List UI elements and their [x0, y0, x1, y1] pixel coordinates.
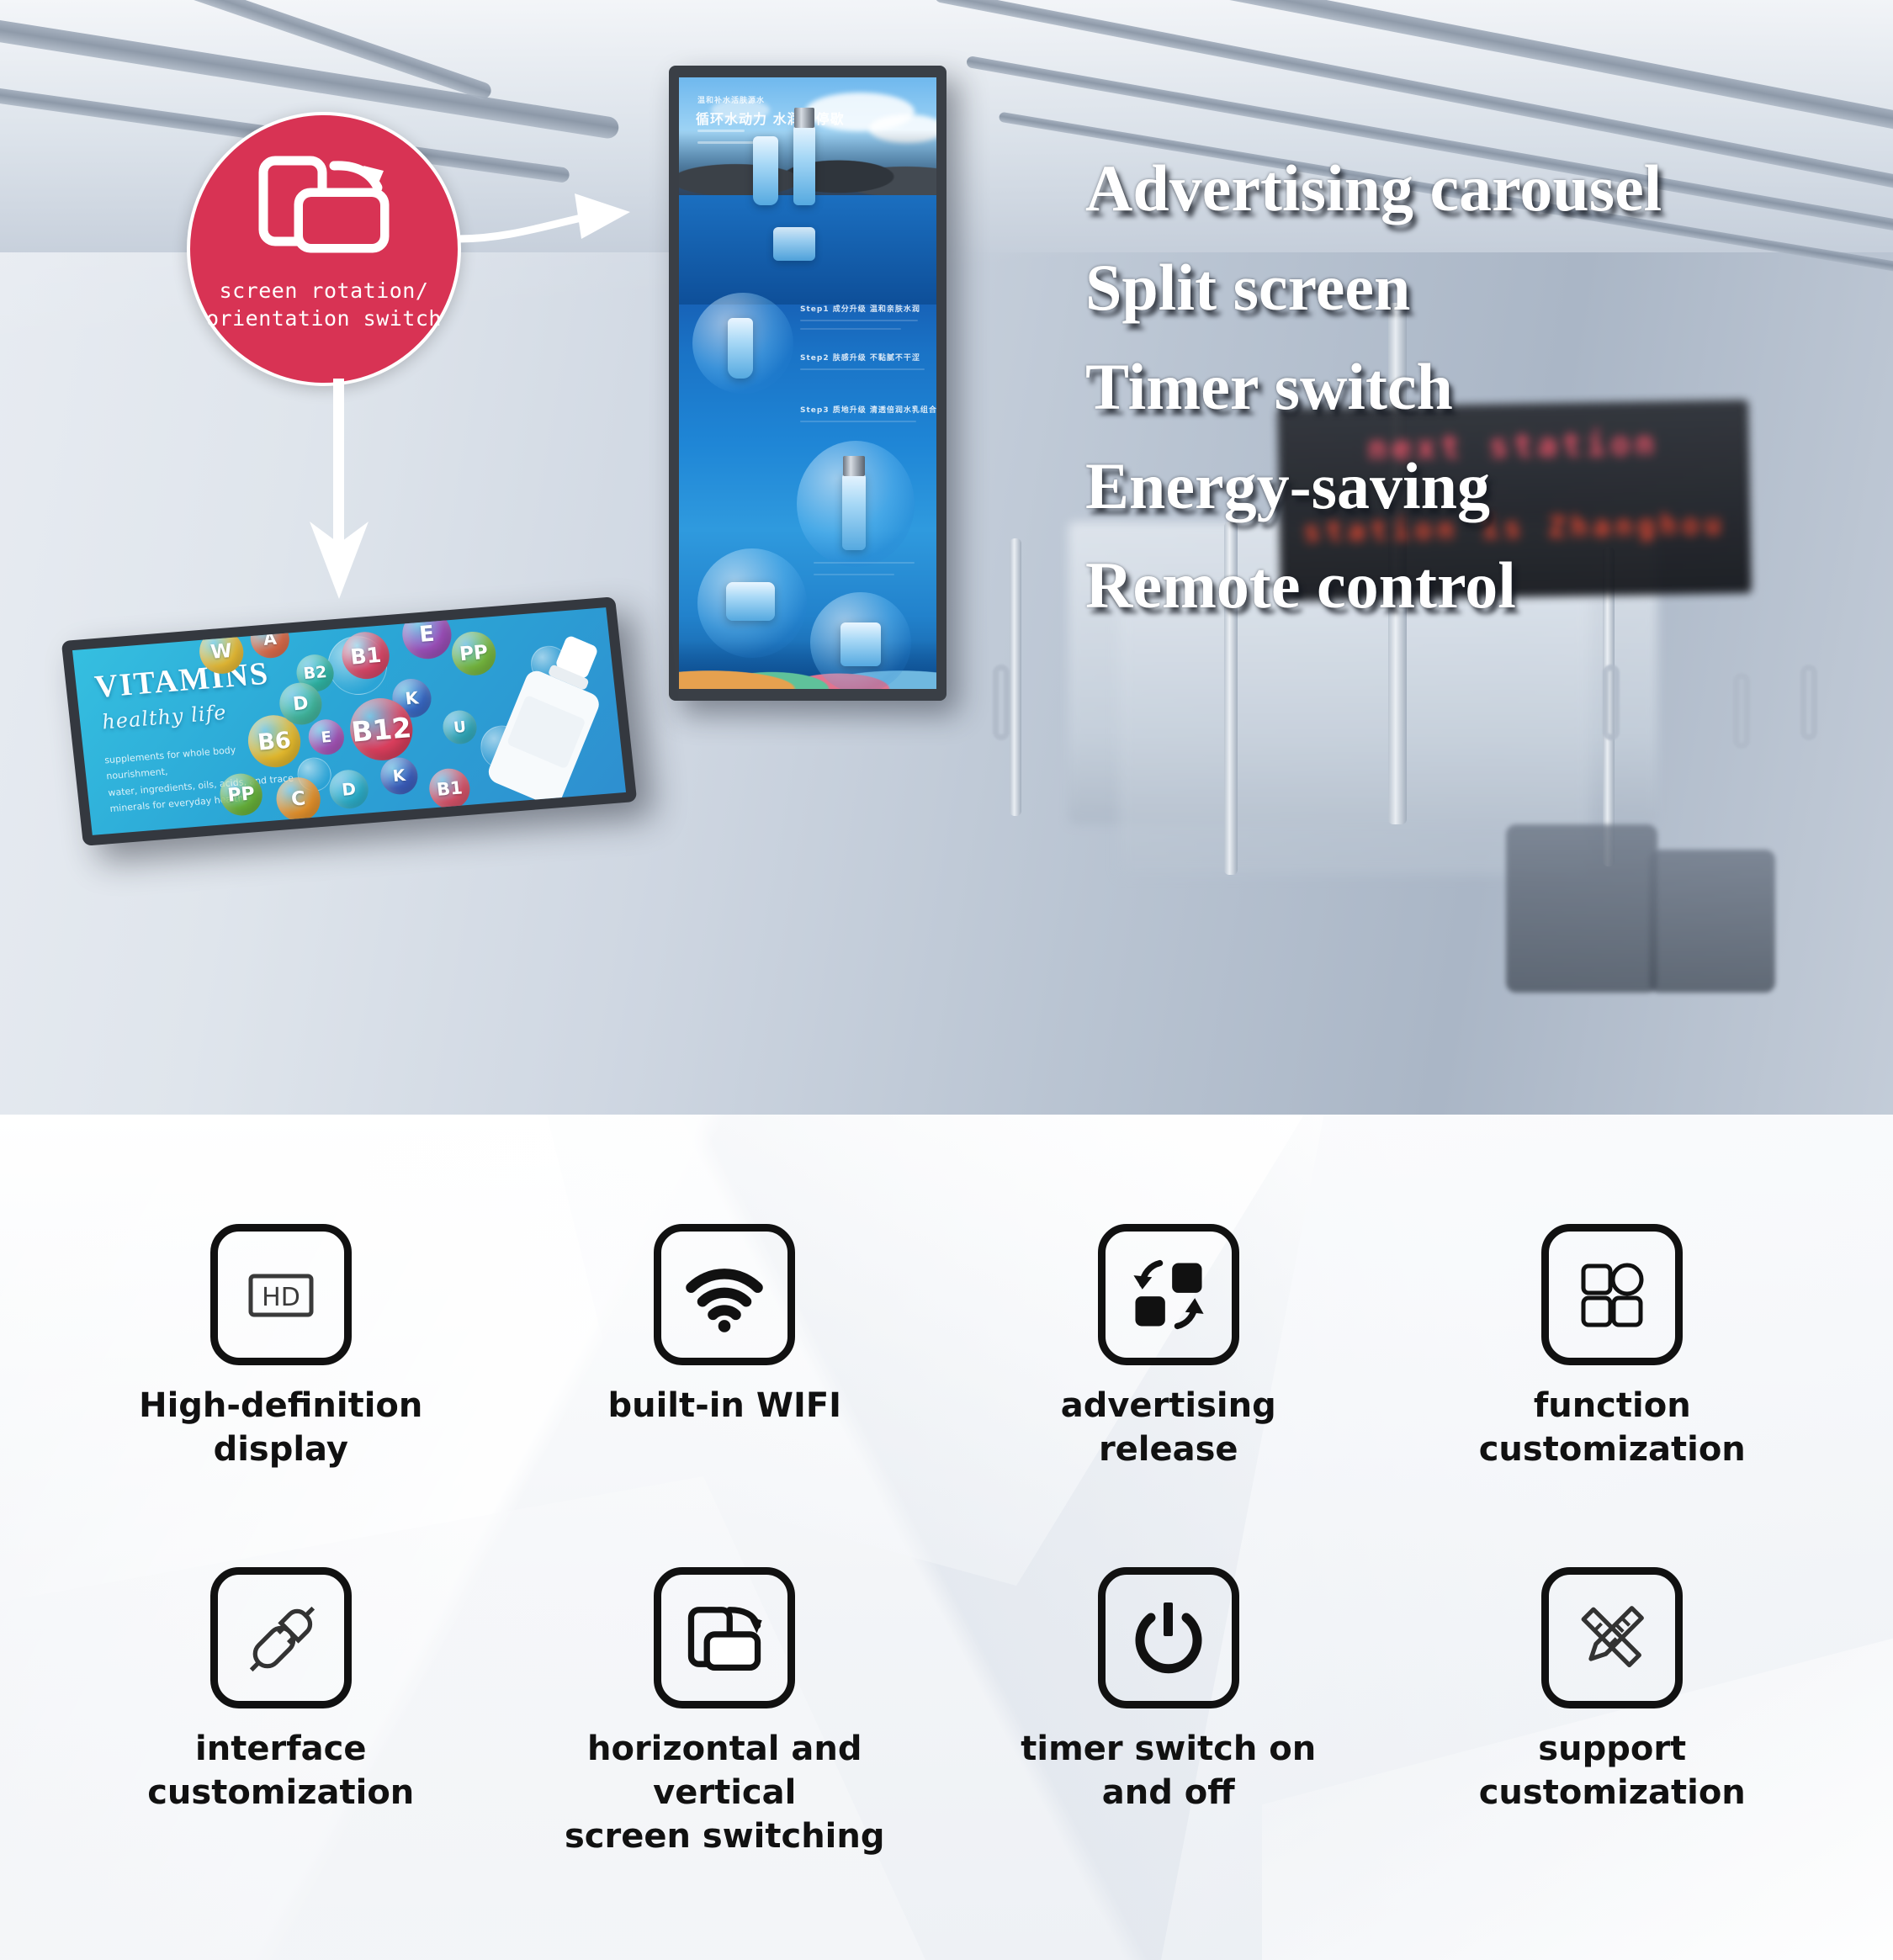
feature-label: advertising release [1060, 1386, 1276, 1469]
power-icon [1097, 1566, 1239, 1708]
feature-item-function-customization[interactable]: function customization [1391, 1224, 1835, 1567]
vitamin-bottle [474, 621, 626, 815]
vitamin-pill: K [379, 755, 420, 797]
hand-strap [1800, 665, 1817, 740]
ad-rule [800, 368, 925, 370]
ad-product-tube [728, 318, 753, 379]
vitamins-title: VITAMINS [93, 655, 271, 706]
feature-item-timer-switch[interactable]: timer switch on and off [946, 1566, 1391, 1910]
wifi-icon [654, 1224, 796, 1365]
ad-step-1: Step1 成分升级 温和亲肤水润 [800, 305, 920, 314]
feature-item-screen-switching[interactable]: horizontal and vertical screen switching [503, 1566, 947, 1910]
vitamin-pill: E [400, 608, 454, 661]
feature-label: function customization [1478, 1386, 1746, 1469]
ad-subline: 温和补水活肤源水 [697, 97, 766, 105]
feature-label: High-definition display [139, 1386, 423, 1469]
feature-grid: HD High-definitiondisplay built-in WIFI [0, 1115, 1893, 1960]
ad-rule [814, 574, 894, 575]
arrow-right-icon [459, 187, 635, 262]
badge-line-2: orientation switch [206, 306, 442, 331]
ad-rule [697, 141, 756, 144]
hand-strap [1603, 665, 1620, 740]
hd-badge-label: HD [262, 1283, 300, 1312]
screen-rotation-badge[interactable]: screen rotation/ orientation switch [187, 112, 461, 386]
ad-headline: 循环水动力 水润不停歇 [696, 111, 845, 127]
headline-energy-saving: Energy-saving [1085, 449, 1491, 522]
hd-display-icon: HD [209, 1224, 352, 1365]
ad-step-3: Step3 质地升级 清透倍润水乳组合 [800, 406, 936, 415]
vitamin-pill: B1 [427, 766, 472, 811]
ad-rule [814, 562, 915, 564]
headline-remote-control: Remote control [1085, 548, 1516, 622]
ad-product-box [840, 622, 881, 666]
vitamin-pill: PP [449, 629, 498, 677]
screen-rotation-icon [654, 1566, 796, 1708]
vitamin-pill: E [306, 718, 347, 756]
landscape-advertising-screen: VITAMINS healthy life supplements for wh… [61, 596, 638, 846]
portrait-advertising-screen: 温和补水活肤源水 循环水动力 水润不停歇 Step1 成分升级 温和亲肤水润 S… [669, 66, 946, 701]
advertising-release-icon [1097, 1224, 1239, 1365]
feature-item-built-in-wifi[interactable]: built-in WIFI [503, 1224, 947, 1567]
ad-product-jar [726, 582, 775, 621]
ad-product-bottle [842, 473, 866, 550]
screen-rotation-badge-text: screen rotation/ orientation switch [206, 277, 442, 332]
feature-label: interface customization [147, 1729, 415, 1812]
portrait-screen-content: 温和补水活肤源水 循环水动力 水润不停歇 Step1 成分升级 温和亲肤水润 S… [679, 77, 936, 689]
pencil-ruler-icon [1541, 1566, 1684, 1708]
headline-split-screen: Split screen [1085, 251, 1411, 324]
vitamin-pill: A [248, 617, 292, 660]
ad-step-2: Step2 肤感升级 不黏腻不干涩 [800, 354, 920, 363]
landscape-screen-content: VITAMINS healthy life supplements for wh… [72, 607, 627, 835]
arrow-down-icon [301, 379, 377, 606]
ad-rule [800, 320, 918, 321]
vitamin-pill: D [327, 768, 371, 810]
feature-label: built-in WIFI [607, 1386, 842, 1425]
grab-pole [1010, 538, 1021, 816]
vitamin-pill: U [441, 708, 479, 745]
feature-label: timer switch on and off [1021, 1729, 1317, 1812]
ad-rule [697, 130, 745, 132]
feature-item-advertising-release[interactable]: advertising release [946, 1224, 1391, 1567]
ad-bottle-cap [794, 108, 814, 128]
function-customization-icon [1541, 1224, 1684, 1365]
plug-connector-icon [209, 1566, 352, 1708]
screen-rotation-icon [252, 154, 396, 255]
ad-product-tube [753, 136, 778, 205]
feature-item-interface-customization[interactable]: interface customization [59, 1566, 503, 1910]
train-seat [1506, 824, 1657, 993]
ad-product-jar [773, 227, 815, 261]
hero-photo-section: next station station is Zhanghou 温和补水活肤源… [0, 0, 1893, 1115]
ad-product-bottle [793, 124, 815, 205]
ad-bottle-cap [843, 456, 865, 476]
headline-timer-switch: Timer switch [1085, 350, 1453, 423]
ad-rule [800, 421, 916, 422]
badge-line-1: screen rotation/ [219, 278, 429, 303]
hand-strap [1733, 673, 1750, 749]
feature-item-support-customization[interactable]: support customization [1391, 1566, 1835, 1910]
feature-item-high-definition-display[interactable]: HD High-definition display [59, 1224, 503, 1567]
feature-label: support customization [1478, 1729, 1746, 1812]
train-seat [1649, 850, 1775, 993]
hand-strap [993, 665, 1010, 740]
feature-label: horizontal and vertical screen switching [564, 1729, 885, 1856]
feature-headline-list: Advertising carousel Split screen Timer … [1085, 156, 1859, 652]
vitamins-subtitle: healthy life [100, 700, 228, 734]
ad-rule [800, 328, 901, 330]
headline-advertising-carousel: Advertising carousel [1085, 151, 1662, 225]
